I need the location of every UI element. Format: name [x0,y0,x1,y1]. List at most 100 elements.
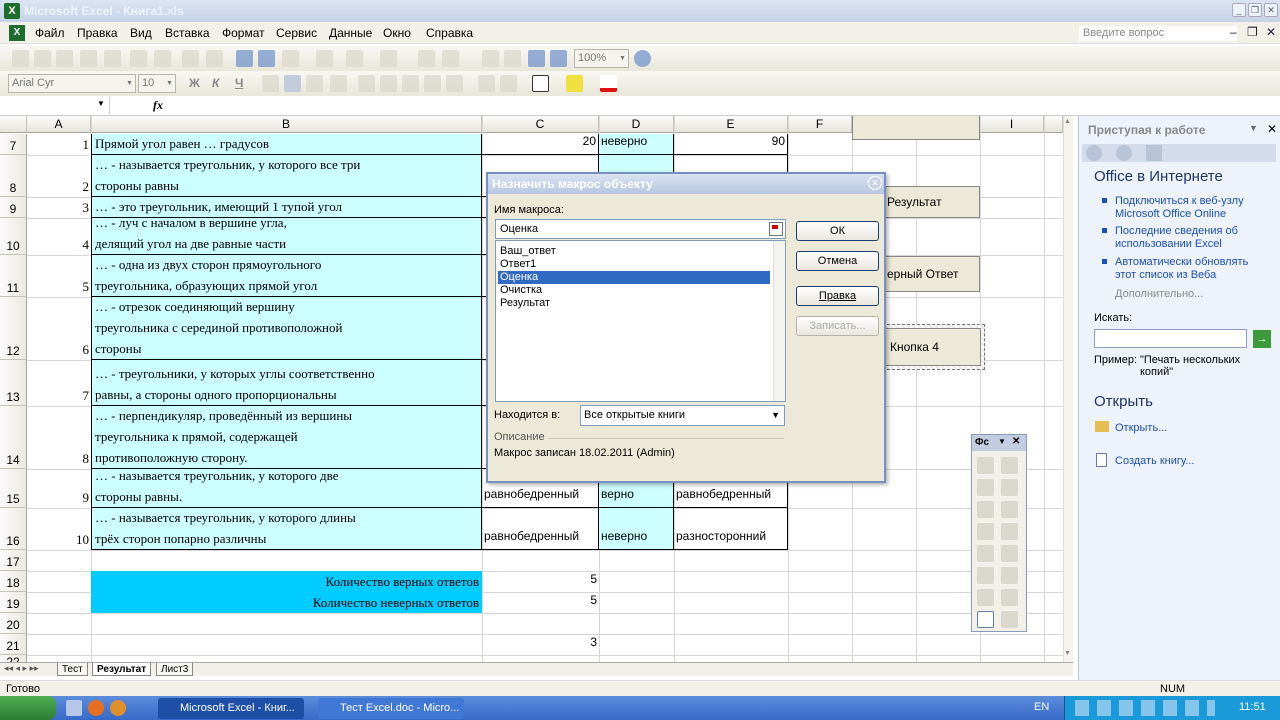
taskbar-word[interactable]: Тест Excel.doc - Micro... [318,698,464,719]
combo-list-tool-icon[interactable] [977,545,994,562]
column-header-d[interactable]: D [599,116,674,133]
hyperlink-icon[interactable] [418,50,435,67]
cell-a[interactable] [27,634,91,655]
cell-e[interactable] [674,571,788,592]
macro-list-item[interactable]: Результат [498,297,770,310]
cell-a[interactable] [27,613,91,634]
macro-list-item[interactable]: Очистка [498,284,770,297]
bold-button[interactable]: Ж [189,76,200,90]
menu-insert[interactable]: Вставка [165,26,210,40]
cell-a[interactable]: 8 [27,406,91,469]
format-control-icon[interactable] [977,589,994,606]
cell-a[interactable] [27,655,91,662]
combobox-tool-icon[interactable] [1001,523,1018,540]
chart-wizard-icon[interactable] [528,50,545,67]
cell-b[interactable]: … - называется треугольник, у которого д… [91,508,482,550]
cell-e[interactable]: разносторонний [674,508,788,550]
cell-c[interactable] [482,550,599,571]
home-icon[interactable] [1146,145,1162,161]
doc-minimize-button[interactable]: – [1230,25,1237,39]
cell-a[interactable]: 2 [27,155,91,197]
cell-b[interactable]: Количество верных ответов [91,571,482,592]
cell-b[interactable] [91,550,482,571]
cell-e[interactable] [674,655,788,662]
fill-color-icon[interactable] [566,75,583,92]
menu-edit[interactable]: Правка [77,26,118,40]
search-go-icon[interactable]: → [1253,330,1271,348]
permission-icon[interactable] [80,50,97,67]
record-button[interactable]: Записать... [796,316,879,336]
ask-question-input[interactable]: Введите вопрос [1078,25,1238,42]
cell-a[interactable]: 7 [27,360,91,406]
align-right-icon[interactable] [306,75,323,92]
cell-b[interactable]: … - луч с началом в вершине угла, делящий… [91,218,482,255]
editbox-tool-icon[interactable] [1001,457,1018,474]
cell-e[interactable] [674,550,788,571]
cell-c[interactable]: 3 [482,634,599,655]
spinner-tool-icon[interactable] [1001,567,1018,584]
cell-e[interactable]: 90 [674,134,788,155]
maximize-button[interactable]: ❐ [1248,3,1262,17]
row-header[interactable]: 8 [0,155,27,197]
sheet-button-top[interactable] [852,116,980,140]
decrease-decimal-icon[interactable] [446,75,463,92]
help-icon[interactable] [634,50,651,67]
edit-button[interactable]: Правка [796,286,879,306]
format-painter-icon[interactable] [316,50,333,67]
column-header-i[interactable]: I [980,116,1044,133]
menu-file[interactable]: Файл [35,26,65,40]
cell-a[interactable]: 6 [27,297,91,360]
taskbar-excel[interactable]: Microsoft Excel - Книг... [158,698,304,719]
quicklaunch-icon[interactable] [66,700,82,716]
ok-button[interactable]: ОК [796,221,879,241]
checkbox-tool-icon[interactable] [977,501,994,518]
cell-c[interactable] [482,655,599,662]
print-icon[interactable] [130,50,147,67]
macro-name-input[interactable]: Оценка [495,219,786,239]
excel-doc-icon[interactable]: X [9,25,25,41]
button-tool-icon[interactable] [1001,479,1018,496]
row-header[interactable]: 9 [0,197,27,218]
preview-icon[interactable] [154,50,171,67]
tray-icons[interactable] [1075,700,1215,716]
cell-e[interactable] [674,592,788,613]
groupbox-tool-icon[interactable] [977,479,994,496]
open-icon[interactable] [34,50,51,67]
cell-d[interactable]: неверно [599,508,674,550]
menu-format[interactable]: Формат [222,26,265,40]
cell-a[interactable] [27,550,91,571]
back-icon[interactable] [1086,145,1102,161]
row-header[interactable]: 18 [0,571,27,592]
cell-c[interactable] [482,613,599,634]
copy-icon[interactable] [258,50,275,67]
row-header[interactable]: 19 [0,592,27,613]
row-header[interactable]: 11 [0,255,27,297]
run-dialog-icon[interactable] [1001,611,1018,628]
firefox-icon[interactable] [110,700,126,716]
vertical-scrollbar[interactable]: ▲ ▼ [1063,116,1073,662]
font-name-select[interactable]: Arial Cyr ▼ [8,74,136,93]
font-size-select[interactable]: 10 ▼ [138,74,176,93]
column-header-c[interactable]: C [482,116,599,133]
sort-asc-icon[interactable] [482,50,499,67]
row-header[interactable]: 16 [0,508,27,550]
link-office-online[interactable]: Подключиться к веб-узлу Microsoft Office… [1115,195,1265,221]
align-center-icon[interactable] [284,75,301,92]
save-icon[interactable] [56,50,73,67]
column-header-e[interactable]: E [674,116,788,133]
new-icon[interactable] [12,50,29,67]
cell-c[interactable]: равнобедренный [482,508,599,550]
cell-d[interactable] [599,571,674,592]
language-indicator[interactable]: EN [1034,701,1049,713]
fx-icon[interactable]: fx [153,98,163,113]
column-header-b[interactable]: B [91,116,482,133]
cell-a[interactable]: 3 [27,197,91,218]
cell-d[interactable] [599,592,674,613]
forms-toolbar-title[interactable]: Фс ▼ ✕ [972,435,1026,451]
link-latest-info[interactable]: Последние сведения об использовании Exce… [1115,225,1265,251]
currency-icon[interactable] [358,75,375,92]
scrollbar-tool-icon[interactable] [977,567,994,584]
location-select[interactable]: Все открытые книги ▼ [580,405,785,426]
create-workbook-link[interactable]: Создать книгу... [1115,455,1194,468]
search-input[interactable] [1094,329,1247,348]
